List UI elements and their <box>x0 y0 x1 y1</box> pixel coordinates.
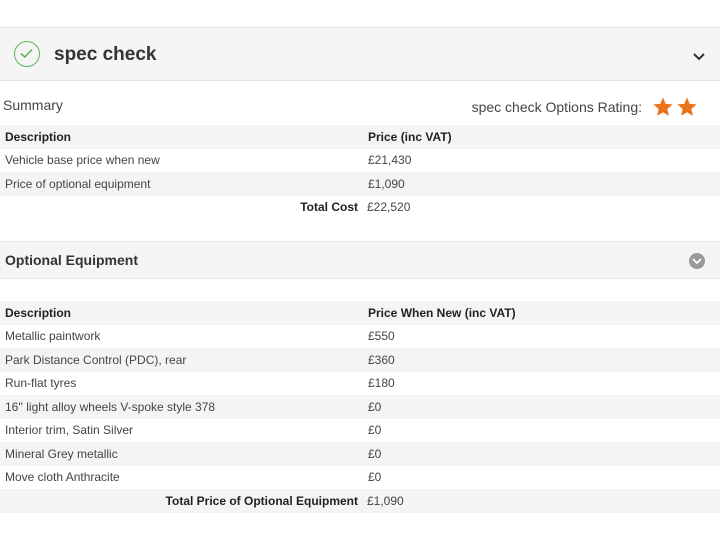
table-row: Park Distance Control (PDC), rear £360 <box>0 348 720 372</box>
row-description: Metallic paintwork <box>5 329 101 344</box>
table-row: Move cloth Anthracite £0 <box>0 466 720 490</box>
table-row: 16'' light alloy wheels V-spoke style 37… <box>0 395 720 419</box>
row-description: 16'' light alloy wheels V-spoke style 37… <box>5 399 216 414</box>
column-header: Description <box>5 305 72 320</box>
table-row: Price of optional equipment £1,090 <box>0 172 720 196</box>
row-description: Vehicle base price when new <box>5 153 160 168</box>
row-description: Park Distance Control (PDC), rear <box>5 352 187 367</box>
row-description: Interior trim, Satin Silver <box>5 423 134 438</box>
row-price: £1,090 <box>368 176 405 191</box>
column-header: Description <box>5 129 72 144</box>
row-price: £180 <box>368 376 395 391</box>
row-price: £0 <box>368 446 382 461</box>
column-header: Price When New (inc VAT) <box>368 305 516 320</box>
row-price: £550 <box>368 329 395 344</box>
total-value: £22,520 <box>367 200 411 215</box>
row-description: Mineral Grey metallic <box>5 446 118 461</box>
table-row: Metallic paintwork £550 <box>0 325 720 349</box>
summary-table: Description Price (inc VAT) Vehicle base… <box>0 125 720 219</box>
optional-equipment-header[interactable]: Optional Equipment <box>0 241 720 279</box>
chevron-down-circle-icon[interactable] <box>689 253 705 269</box>
column-header: Price (inc VAT) <box>368 129 452 144</box>
star-icon <box>653 97 673 116</box>
table-row: Run-flat tyres £180 <box>0 372 720 396</box>
star-icon <box>677 97 697 116</box>
row-price: £0 <box>368 423 382 438</box>
optional-equipment-table: Description Price When New (inc VAT) Met… <box>0 301 720 513</box>
summary-label: Summary <box>3 97 63 113</box>
total-label: Total Cost <box>300 200 358 215</box>
table-row: Vehicle base price when new £21,430 <box>0 149 720 173</box>
chevron-down-icon[interactable] <box>693 48 705 66</box>
row-price: £0 <box>368 399 382 414</box>
row-description: Price of optional equipment <box>5 176 151 191</box>
spec-check-title: spec check <box>54 44 157 65</box>
total-label: Total Price of Optional Equipment <box>165 493 358 508</box>
total-row: Total Cost £22,520 <box>0 196 720 220</box>
row-price: £0 <box>368 470 382 485</box>
table-header-row: Description Price (inc VAT) <box>0 125 720 149</box>
row-description: Move cloth Anthracite <box>5 470 120 485</box>
optional-equipment-title: Optional Equipment <box>5 252 138 268</box>
rating-label: spec check Options Rating: <box>471 99 642 115</box>
spec-check-header[interactable]: spec check <box>0 27 720 81</box>
table-row: Interior trim, Satin Silver £0 <box>0 419 720 443</box>
table-row: Mineral Grey metallic £0 <box>0 442 720 466</box>
total-row: Total Price of Optional Equipment £1,090 <box>0 489 720 513</box>
check-circle-icon <box>14 41 40 67</box>
total-value: £1,090 <box>367 493 404 508</box>
row-description: Run-flat tyres <box>5 376 77 391</box>
row-price: £21,430 <box>368 153 412 168</box>
row-price: £360 <box>368 352 395 367</box>
table-header-row: Description Price When New (inc VAT) <box>0 301 720 325</box>
options-rating: spec check Options Rating: <box>472 96 698 118</box>
